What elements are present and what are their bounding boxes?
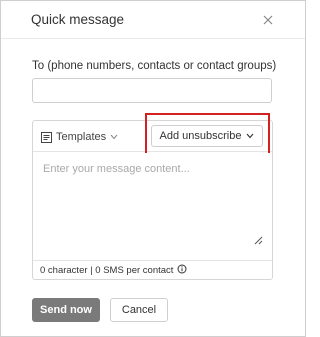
chevron-down-icon: [110, 134, 118, 140]
cancel-button[interactable]: Cancel: [110, 298, 168, 322]
template-icon: [41, 131, 52, 143]
recipient-label: To (phone numbers, contacts or contact g…: [32, 60, 277, 72]
recipient-input[interactable]: [32, 78, 272, 103]
resize-handle-icon[interactable]: [253, 232, 263, 245]
chevron-down-icon: [246, 130, 254, 142]
templates-dropdown[interactable]: Templates: [41, 129, 118, 145]
dialog-header: Quick message: [1, 1, 305, 39]
add-unsubscribe-label: Add unsubscribe: [159, 130, 242, 142]
dialog-title: Quick message: [31, 12, 125, 27]
send-now-button[interactable]: Send now: [32, 298, 100, 322]
quick-message-dialog: Quick message To (phone numbers, contact…: [0, 0, 306, 337]
message-counter: 0 character | 0 SMS per contact: [40, 264, 174, 276]
close-icon[interactable]: [261, 13, 275, 27]
message-counter-bar: 0 character | 0 SMS per contact: [33, 260, 272, 279]
info-icon[interactable]: [177, 264, 187, 277]
composer-toolbar: Templates Add unsubscribe: [33, 113, 272, 156]
message-textarea[interactable]: [33, 153, 272, 249]
message-composer: Templates Add unsubscribe Enter your mes…: [32, 113, 273, 280]
templates-label: Templates: [56, 131, 107, 143]
add-unsubscribe-button[interactable]: Add unsubscribe: [151, 125, 263, 147]
